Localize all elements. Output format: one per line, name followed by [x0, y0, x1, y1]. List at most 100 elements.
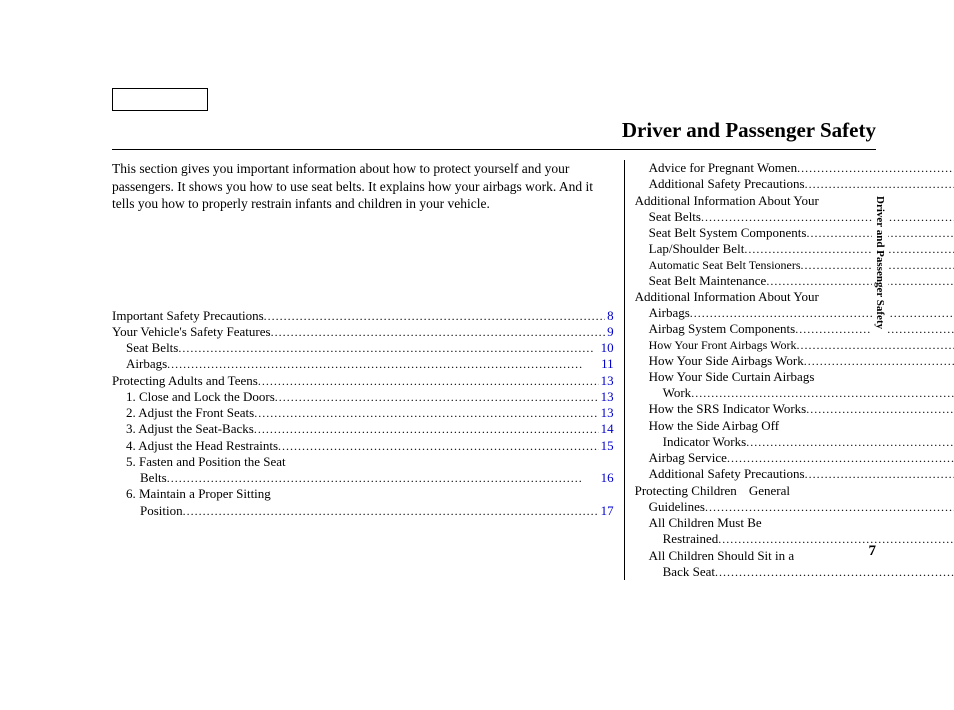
toc-page-number[interactable]: 13 [599, 373, 614, 389]
side-tab: Driver and Passenger Safety [872, 190, 888, 335]
toc-label: Your Vehicle's Safety Features [112, 324, 271, 340]
toc-entry[interactable]: All Children Should Sit in a [635, 548, 954, 564]
toc-entry[interactable]: 6. Maintain a Proper Sitting [112, 486, 614, 502]
toc-label: How Your Front Airbags Work [649, 338, 797, 353]
toc-entry[interactable]: Your Vehicle's Safety Features 9 [112, 324, 614, 340]
toc-page-number[interactable]: 11 [599, 356, 614, 372]
toc-label: How Your Side Airbags Work [649, 353, 804, 369]
toc-label: How Your Side Curtain Airbags [649, 369, 815, 385]
toc-page-number[interactable]: 9 [605, 324, 614, 340]
leader-dots [254, 422, 599, 437]
leader-dots [797, 161, 954, 176]
toc-entry[interactable]: Seat Belt System Components20 [635, 225, 954, 241]
toc-entry[interactable]: 4. Adjust the Head Restraints 15 [112, 438, 614, 454]
toc-entry[interactable]: How Your Front Airbags Work24 [635, 338, 954, 353]
leader-dots [264, 309, 605, 324]
toc-entry[interactable]: How Your Side Curtain Airbags [635, 369, 954, 385]
toc-entry[interactable]: Additional Safety Precautions30 [635, 466, 954, 482]
title-wrap: Driver and Passenger Safety [112, 118, 876, 150]
toc-entry[interactable]: Airbag Service29 [635, 450, 954, 466]
toc-entry[interactable]: Belts 16 [112, 470, 614, 486]
toc-entry[interactable]: Work27 [635, 385, 954, 401]
leader-dots [744, 242, 954, 257]
toc-entry[interactable]: Additional Information About Your [635, 289, 954, 305]
toc-label: Restrained [663, 531, 719, 547]
header-box [112, 88, 208, 111]
leader-dots [715, 565, 954, 580]
toc-label: 4. Adjust the Head Restraints [126, 438, 278, 454]
toc-entry[interactable]: Important Safety Precautions8 [112, 308, 614, 324]
toc-label: Protecting Adults and Teens [112, 373, 258, 389]
toc-page-number[interactable]: 13 [599, 405, 614, 421]
leader-dots [167, 357, 599, 372]
toc-label: Seat Belts [126, 340, 178, 356]
toc-label: 5. Fasten and Position the Seat [126, 454, 286, 470]
toc-entry[interactable]: Protecting Adults and Teens 13 [112, 373, 614, 389]
content-columns: This section gives you important informa… [112, 160, 876, 580]
toc-entry[interactable]: Restrained31 [635, 531, 954, 547]
leader-dots [705, 500, 954, 515]
toc-page-number[interactable]: 8 [605, 308, 614, 324]
leader-dots [178, 341, 598, 356]
toc-label: Automatic Seat Belt Tensioners [649, 258, 801, 273]
leader-dots [727, 451, 954, 466]
toc-entry[interactable]: Automatic Seat Belt Tensioners21 [635, 258, 954, 273]
intro-paragraph: This section gives you important informa… [112, 160, 614, 213]
leader-dots [746, 435, 954, 450]
toc-entry[interactable]: Airbags23 [635, 305, 954, 321]
toc-entry[interactable]: Protecting ChildrenGeneral [635, 483, 954, 499]
toc-page-number[interactable]: 15 [599, 438, 614, 454]
toc-label: Additional Information About Your [635, 193, 819, 209]
leader-dots [805, 467, 954, 482]
page-title: Driver and Passenger Safety [112, 118, 876, 143]
toc-label: Seat Belt Maintenance [649, 273, 767, 289]
page-number: 7 [869, 543, 877, 560]
toc-entry[interactable]: Additional Safety Precautions19 [635, 176, 954, 192]
column-1: This section gives you important informa… [112, 160, 624, 580]
toc-entry[interactable]: Seat Belt Maintenance21 [635, 273, 954, 289]
toc-label: Back Seat [663, 564, 715, 580]
toc-page-number[interactable]: 13 [599, 389, 614, 405]
toc-entry[interactable]: All Children Must Be [635, 515, 954, 531]
toc-entry[interactable]: Advice for Pregnant Women18 [635, 160, 954, 176]
toc-entry[interactable]: 2. Adjust the Front Seats 13 [112, 405, 614, 421]
toc-label: Belts [140, 470, 167, 486]
toc-entry[interactable]: 1. Close and Lock the Doors 13 [112, 389, 614, 405]
toc-label-secondary: General [749, 483, 790, 499]
toc-col1: Important Safety Precautions8Your Vehicl… [112, 308, 614, 519]
toc-entry[interactable]: Additional Information About Your [635, 193, 954, 209]
leader-dots [804, 354, 954, 369]
toc-entry[interactable]: Guidelines31 [635, 499, 954, 515]
toc-label: How the SRS Indicator Works [649, 401, 807, 417]
toc-entry[interactable]: Back Seat32 [635, 564, 954, 580]
leader-dots [718, 532, 954, 547]
toc-label: Airbags [126, 356, 167, 372]
toc-entry[interactable]: Seat Belts20 [635, 209, 954, 225]
toc-page-number[interactable]: 17 [599, 503, 614, 519]
toc-label: Indicator Works [663, 434, 747, 450]
toc-entry[interactable]: 5. Fasten and Position the Seat [112, 454, 614, 470]
toc-entry[interactable]: How the SRS Indicator Works28 [635, 401, 954, 417]
toc-label: 1. Close and Lock the Doors [126, 389, 275, 405]
toc-entry[interactable]: 3. Adjust the Seat-Backs14 [112, 421, 614, 437]
toc-entry[interactable]: Airbag System Components23 [635, 321, 954, 337]
toc-entry[interactable]: Position 17 [112, 503, 614, 519]
toc-entry[interactable]: Lap/Shoulder Belt20 [635, 241, 954, 257]
leader-dots [691, 386, 954, 401]
leader-dots [258, 374, 599, 389]
toc-label: Airbags [649, 305, 690, 321]
toc-label: 2. Adjust the Front Seats [126, 405, 254, 421]
toc-entry[interactable]: Airbags 11 [112, 356, 614, 372]
toc-entry[interactable]: Indicator Works28 [635, 434, 954, 450]
toc-label: Guidelines [649, 499, 705, 515]
toc-entry[interactable]: Seat Belts 10 [112, 340, 614, 356]
leader-dots [275, 390, 599, 405]
toc-entry[interactable]: How the Side Airbag Off [635, 418, 954, 434]
toc-label: How the Side Airbag Off [649, 418, 779, 434]
toc-label: Seat Belts [649, 209, 701, 225]
toc-entry[interactable]: How Your Side Airbags Work26 [635, 353, 954, 369]
toc-label: Position [140, 503, 183, 519]
toc-page-number[interactable]: 10 [599, 340, 614, 356]
toc-page-number[interactable]: 16 [599, 470, 614, 486]
toc-page-number[interactable]: 14 [599, 421, 614, 437]
